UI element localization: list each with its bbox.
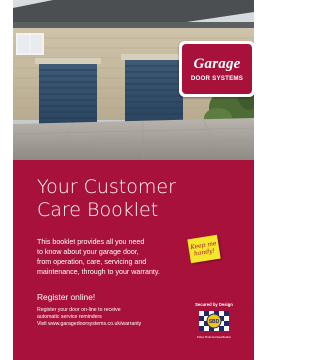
title-line: Care Booklet xyxy=(37,199,159,221)
roller-garage-door-left xyxy=(39,64,97,126)
register-link[interactable]: Visit www.garagedoorsystems.co.uk/warran… xyxy=(37,321,167,328)
badge-center-text: SBD xyxy=(209,319,220,325)
roller-garage-door-right xyxy=(125,60,183,122)
secured-by-design-badge: Secured by Design SBD Police Preferred S… xyxy=(194,302,234,342)
logo-subtitle: DOOR SYSTEMS xyxy=(190,75,244,82)
badge-subtitle: Police Preferred Specification xyxy=(196,336,232,339)
intro-line: from operation, care, servicing and xyxy=(37,258,147,266)
booklet-title: Your Customer Care Booklet xyxy=(37,176,237,222)
booklet-cover: Garage DOOR SYSTEMS Your Customer Care B… xyxy=(13,0,254,360)
logo-wordmark: Garage xyxy=(193,56,241,72)
intro-line: to know about your garage door, xyxy=(37,248,139,256)
intro-line: This booklet provides all you need xyxy=(37,238,145,246)
sticky-note: Keep me handy! xyxy=(187,234,221,264)
checkered-shield-icon: SBD xyxy=(199,311,229,331)
intro-paragraph: This booklet provides all you need to kn… xyxy=(37,237,165,277)
register-line: Register your door on-line to receive xyxy=(37,307,121,313)
register-line: automatic service reminders xyxy=(37,314,102,321)
register-heading: Register online! xyxy=(37,292,96,302)
badge-label: Secured by Design xyxy=(195,302,233,307)
intro-line: maintenance, through to your warranty. xyxy=(37,268,160,276)
register-details: Register your door on-line to receive au… xyxy=(37,307,167,329)
garage-door-systems-logo: Garage DOOR SYSTEMS xyxy=(179,41,254,97)
title-line: Your Customer xyxy=(37,176,176,198)
